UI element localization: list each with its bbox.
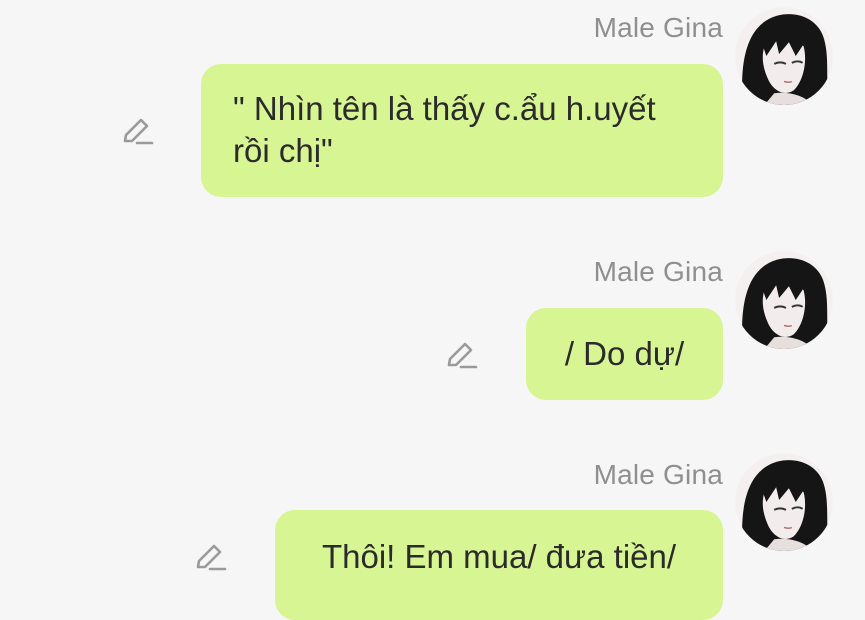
message-text: Thôi! Em mua/ đưa tiền/ [321, 538, 677, 575]
message-bubble[interactable]: Thôi! Em mua/ đưa tiền/ [275, 510, 723, 620]
message-text: / Do dự/ [564, 335, 685, 372]
avatar[interactable] [735, 7, 833, 105]
pencil-edit-icon[interactable] [119, 113, 155, 149]
sender-name: Male Gina [593, 12, 723, 43]
message-bubble[interactable]: / Do dự/ [526, 308, 723, 400]
message-bubble[interactable]: " Nhìn tên là thấy c.ẩu h.uyết rồi chị" [201, 64, 723, 197]
avatar[interactable] [735, 251, 833, 349]
message-text: " Nhìn tên là thấy c.ẩu h.uyết rồi chị" [233, 90, 656, 169]
pencil-edit-icon[interactable] [443, 337, 479, 373]
avatar[interactable] [735, 453, 833, 551]
sender-name: Male Gina [593, 256, 723, 287]
sender-name: Male Gina [593, 459, 723, 490]
pencil-edit-icon[interactable] [192, 539, 228, 575]
